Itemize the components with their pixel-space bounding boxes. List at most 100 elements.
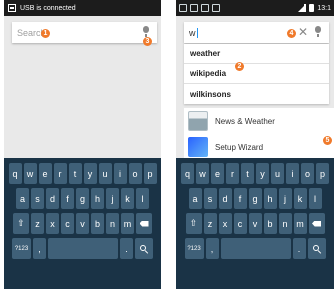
suggestion-item[interactable]: wikipedia xyxy=(184,64,329,84)
usb-icon xyxy=(201,4,209,12)
result-label: Setup Wizard xyxy=(215,142,264,152)
key-q[interactable]: q xyxy=(181,163,194,184)
period-key[interactable]: . xyxy=(120,238,133,259)
key-v[interactable]: v xyxy=(76,213,89,234)
backspace-key[interactable] xyxy=(308,213,325,234)
search-key[interactable] xyxy=(135,238,153,259)
key-c[interactable]: c xyxy=(61,213,74,234)
key-k[interactable]: k xyxy=(121,188,134,209)
key-o[interactable]: o xyxy=(301,163,314,184)
result-item-setup-wizard[interactable]: Setup Wizard xyxy=(184,134,334,160)
soft-keyboard: q w e r t y u i o p a s d f g h j k l ⇧ … xyxy=(176,158,334,289)
comma-key[interactable]: , xyxy=(33,238,46,259)
news-weather-app-icon xyxy=(188,111,208,131)
usb-icon xyxy=(8,4,16,12)
symbols-key[interactable]: ?123 xyxy=(12,238,31,259)
key-e[interactable]: e xyxy=(211,163,224,184)
key-a[interactable]: a xyxy=(16,188,29,209)
phone-screen-empty-search: USB is connected Search 1 3 q w e r t y … xyxy=(4,0,161,289)
space-key[interactable] xyxy=(48,238,118,259)
key-q[interactable]: q xyxy=(8,163,22,184)
key-p[interactable]: p xyxy=(316,163,329,184)
comma-key[interactable]: , xyxy=(205,238,219,259)
text-cursor xyxy=(196,27,198,38)
search-icon xyxy=(140,244,149,254)
suggestion-item[interactable]: weather xyxy=(184,44,329,64)
space-key[interactable] xyxy=(220,238,291,259)
key-t[interactable]: t xyxy=(241,163,254,184)
shift-key[interactable]: ⇧ xyxy=(13,213,29,234)
symbols-key[interactable]: ?123 xyxy=(184,238,204,259)
status-bar: USB is connected xyxy=(4,0,161,16)
key-t[interactable]: t xyxy=(68,163,82,184)
shift-key[interactable]: ⇧ xyxy=(185,213,202,234)
suggestion-item[interactable]: wilkinsons xyxy=(184,84,329,104)
key-z[interactable]: z xyxy=(203,213,217,234)
callout-marker-3: 3 xyxy=(143,37,152,46)
backspace-icon xyxy=(139,220,149,227)
key-e[interactable]: e xyxy=(38,163,52,184)
key-b[interactable]: b xyxy=(91,213,104,234)
key-c[interactable]: c xyxy=(233,213,247,234)
status-bar: 13:1 xyxy=(176,0,334,16)
key-b[interactable]: b xyxy=(263,213,277,234)
key-s[interactable]: s xyxy=(31,188,44,209)
soft-keyboard: q w e r t y u i o p a s d f g h j k l ⇧ … xyxy=(4,158,161,289)
period-key[interactable]: . xyxy=(292,238,306,259)
key-w[interactable]: w xyxy=(196,163,209,184)
close-icon[interactable]: ✕ xyxy=(298,25,308,39)
key-j[interactable]: j xyxy=(106,188,119,209)
result-label: News & Weather xyxy=(215,116,275,126)
key-r[interactable]: r xyxy=(53,163,67,184)
callout-marker-2: 2 xyxy=(235,62,244,71)
key-s[interactable]: s xyxy=(203,188,217,209)
key-f[interactable]: f xyxy=(233,188,247,209)
search-value: w xyxy=(189,27,196,38)
signal-icon xyxy=(298,4,307,12)
key-r[interactable]: r xyxy=(226,163,239,184)
key-n[interactable]: n xyxy=(278,213,292,234)
microphone-icon[interactable] xyxy=(143,26,149,37)
key-d[interactable]: d xyxy=(218,188,232,209)
microphone-icon[interactable] xyxy=(315,26,321,37)
suggestion-list: weather wikipedia wilkinsons xyxy=(184,44,329,104)
key-m[interactable]: m xyxy=(121,213,134,234)
key-x[interactable]: x xyxy=(218,213,232,234)
callout-marker-4: 4 xyxy=(287,29,296,38)
key-m[interactable]: m xyxy=(293,213,307,234)
key-p[interactable]: p xyxy=(143,163,157,184)
key-d[interactable]: d xyxy=(46,188,59,209)
key-i[interactable]: i xyxy=(113,163,127,184)
callout-marker-1: 1 xyxy=(41,29,50,38)
key-a[interactable]: a xyxy=(188,188,202,209)
key-f[interactable]: f xyxy=(61,188,74,209)
key-n[interactable]: n xyxy=(106,213,119,234)
notification-icon xyxy=(179,4,187,12)
result-item-news-weather[interactable]: News & Weather xyxy=(184,108,334,134)
key-h[interactable]: h xyxy=(263,188,277,209)
key-k[interactable]: k xyxy=(293,188,307,209)
search-input[interactable]: Search xyxy=(12,22,157,43)
key-z[interactable]: z xyxy=(31,213,44,234)
key-g[interactable]: g xyxy=(248,188,262,209)
wifi-icon xyxy=(212,4,220,12)
key-h[interactable]: h xyxy=(91,188,104,209)
backspace-key[interactable] xyxy=(136,213,152,234)
callout-marker-5: 5 xyxy=(323,136,332,145)
search-input[interactable]: w ✕ xyxy=(184,22,329,43)
key-i[interactable]: i xyxy=(286,163,299,184)
key-u[interactable]: u xyxy=(98,163,112,184)
app-result-list: News & Weather Setup Wizard xyxy=(184,108,334,160)
key-j[interactable]: j xyxy=(278,188,292,209)
key-v[interactable]: v xyxy=(248,213,262,234)
key-y[interactable]: y xyxy=(256,163,269,184)
key-o[interactable]: o xyxy=(128,163,142,184)
key-u[interactable]: u xyxy=(271,163,284,184)
key-w[interactable]: w xyxy=(23,163,37,184)
key-y[interactable]: y xyxy=(83,163,97,184)
key-l[interactable]: l xyxy=(308,188,322,209)
key-x[interactable]: x xyxy=(46,213,59,234)
key-g[interactable]: g xyxy=(76,188,89,209)
search-key[interactable] xyxy=(307,238,326,259)
key-l[interactable]: l xyxy=(136,188,149,209)
